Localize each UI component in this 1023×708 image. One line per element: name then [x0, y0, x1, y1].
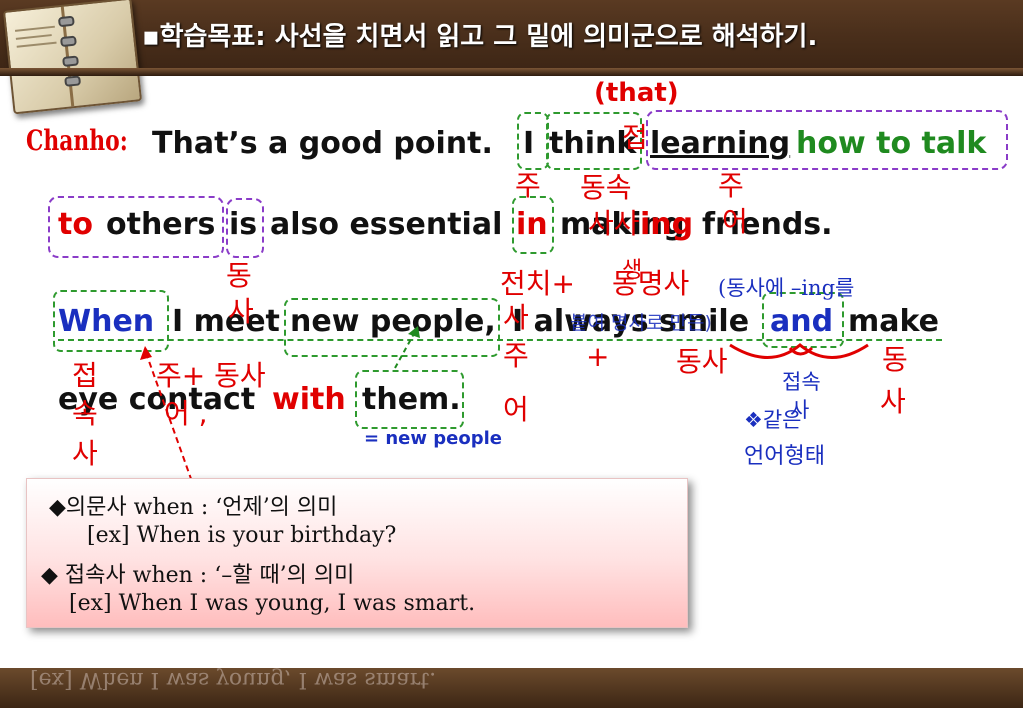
- annotation-dongmyeongsa: 동명사: [612, 267, 690, 300]
- annotation-that: (that): [594, 78, 679, 108]
- note-line-4: [ex] When I was young, I was smart.: [69, 591, 476, 616]
- sentence-underline: [58, 339, 942, 341]
- notebook-icon: [2, 0, 143, 115]
- annotation-jeop-when: 접: [72, 359, 98, 392]
- annotation-dongsa-mid: 동사: [676, 345, 728, 378]
- phrase-also-essential: also essential: [270, 207, 503, 242]
- annotation-eo-col: 어: [503, 393, 529, 426]
- word-in: in: [516, 207, 548, 242]
- phrase-how-to-talk: how to talk: [796, 126, 987, 161]
- them-meaning-note: = new people: [364, 428, 502, 449]
- phrase-i-meet: I meet: [172, 304, 280, 339]
- word-when: When: [58, 304, 155, 339]
- word-them: them.: [362, 382, 461, 417]
- annotation-sok-when: 속: [72, 397, 98, 430]
- annotation-dong-right: 동: [882, 343, 908, 376]
- word-make: make: [848, 304, 939, 339]
- annotation-dongsok: 동속: [580, 171, 632, 204]
- phrase-new-people: new people,: [290, 304, 496, 339]
- annotation-eo-right: 어: [722, 205, 748, 238]
- annotation-sa-col: 사: [503, 301, 529, 334]
- word-with: with: [272, 382, 346, 417]
- annotation-sa-right: 사: [880, 385, 906, 418]
- annotation-same-form-1: ❖같은: [744, 408, 802, 432]
- word-to: to: [58, 207, 93, 242]
- annotation-ing-rule-2: 붙여 명사로 만든): [570, 312, 712, 334]
- annotation-ju-1: 주: [515, 169, 541, 202]
- word-making-ing: ing: [640, 207, 694, 242]
- annotation-dong-is: 동: [226, 259, 252, 292]
- note-line-3: ◆ 접속사 when : ‘–할 때’의 의미: [41, 563, 355, 588]
- annotation-sa-when: 사: [72, 437, 98, 470]
- speaker-label: Chanho:: [26, 124, 128, 157]
- word-and: and: [770, 304, 834, 339]
- word-learning: learning: [650, 126, 791, 161]
- annotation-jeop-top: 접: [622, 121, 648, 154]
- word-others: others: [106, 207, 216, 242]
- annotation-ing-rule: (동사에 –ing를: [718, 276, 855, 300]
- annotation-sa-is: 사: [228, 295, 254, 328]
- annotation-ju-right: 주: [718, 169, 744, 202]
- note-line-2: [ex] When is your birthday?: [87, 523, 397, 548]
- note-box: ◆의문사 when : ‘언제’의 의미 [ex] When is your b…: [26, 478, 688, 628]
- annotation-jueo-dongsa: 주+ 동사: [156, 359, 266, 392]
- annotation-eo-comma: 어 ,: [164, 397, 208, 430]
- page-title: ▪학습목표: 사선을 치면서 읽고 그 밑에 의미군으로 해석하기.: [142, 22, 818, 52]
- annotation-plus: +: [586, 340, 610, 373]
- sentence-1-text: That’s a good point.: [152, 126, 493, 161]
- note-line-1: ◆의문사 when : ‘언제’의 의미: [49, 495, 338, 520]
- header-bar: ▪학습목표: 사선을 치면서 읽고 그 밑에 의미군으로 해석하기.: [0, 0, 1023, 115]
- annotation-jeopsok: 접속: [782, 370, 821, 394]
- word-i: I: [523, 126, 535, 161]
- word-is: is: [229, 207, 258, 242]
- annotation-ju-col: 주: [503, 339, 529, 372]
- annotation-same-form-2: 언어형태: [744, 444, 825, 469]
- annotation-sa-mid: 사사: [588, 207, 640, 240]
- note-reflection: [ex] When I was young, I was smart.: [30, 667, 437, 692]
